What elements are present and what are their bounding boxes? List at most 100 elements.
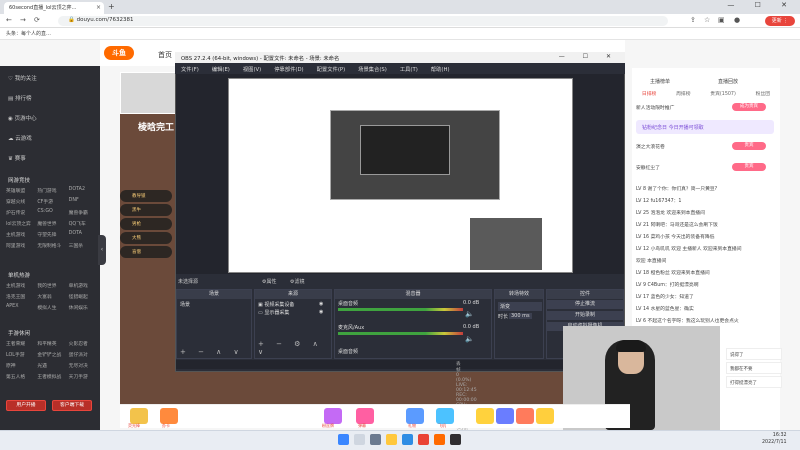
menu-docks[interactable]: 停靠部件(D) xyxy=(274,65,303,73)
file-explorer-icon[interactable] xyxy=(386,434,397,445)
gift-icon[interactable] xyxy=(160,408,178,424)
eye-icon[interactable]: ◉ xyxy=(319,301,323,307)
game-category-link[interactable]: 炉石传说 xyxy=(6,209,35,216)
vip-pill[interactable]: 贵宾 xyxy=(732,142,766,150)
chat-message[interactable]: LV 12 fu167347：1 xyxy=(636,197,681,204)
source-item[interactable]: ▭ 显示器采集 xyxy=(258,309,289,316)
game-category-link[interactable]: 原神 xyxy=(6,362,35,369)
game-category-link[interactable]: 无限制格斗 xyxy=(37,242,66,249)
new-tab-button[interactable]: + xyxy=(108,2,115,11)
game-category-link[interactable]: 金铲铲之战 xyxy=(37,351,66,358)
game-category-link[interactable]: 主机游戏 xyxy=(6,282,35,289)
sidebar-item-cloudgame[interactable]: ☁ 云游戏 xyxy=(8,134,32,142)
filters-tab[interactable]: ⚙滤镜 xyxy=(290,278,304,285)
gift-icon[interactable] xyxy=(356,408,374,424)
profile-icon[interactable]: ● xyxy=(734,16,740,24)
game-category-link[interactable]: LOL手游 xyxy=(6,351,35,358)
url-field[interactable]: 🔒 douyu.com/7632381 xyxy=(58,16,668,26)
game-category-link[interactable]: DNF xyxy=(69,198,98,205)
back-icon[interactable]: ← xyxy=(6,16,12,24)
rank-tab-header[interactable]: 主播榜单 xyxy=(650,78,670,85)
game-category-link[interactable]: 怪猎崛起 xyxy=(69,293,98,300)
start-recording-button[interactable]: 开始录制 xyxy=(546,311,624,320)
sidebar-item-webgame[interactable]: ◉ 页游中心 xyxy=(8,114,37,122)
menu-view[interactable]: 视图(V) xyxy=(243,65,261,73)
scene-toolbar[interactable]: + − ∧ ∨ xyxy=(180,348,244,356)
search-icon[interactable] xyxy=(354,434,365,445)
game-category-link[interactable]: CS:GO xyxy=(37,209,66,216)
game-category-link[interactable]: 第五人格 xyxy=(6,373,35,380)
game-category-link[interactable]: QQ飞车 xyxy=(69,220,98,227)
site-logo[interactable]: 斗鱼 xyxy=(104,46,134,60)
chat-message[interactable]: LV 16 菜鸡小孩 今天出的装备有降低 xyxy=(636,233,714,240)
reload-icon[interactable]: ⟳ xyxy=(34,16,40,24)
share-icon[interactable]: ⇪ xyxy=(690,16,696,24)
game-category-link[interactable]: 守望先锋 xyxy=(37,231,66,238)
sidebar-item-rank[interactable]: ▤ 排行榜 xyxy=(8,94,31,102)
nav-home-link[interactable]: 首页 xyxy=(158,50,172,60)
game-category-link[interactable]: lol云顶之弈 xyxy=(6,220,35,227)
browser-tab[interactable]: 60second直播_lol云顶之弈… × xyxy=(4,2,104,14)
start-broadcast-button[interactable]: 用户开播 xyxy=(6,400,46,411)
duration-input[interactable]: 300 ms xyxy=(509,313,532,319)
window-controls[interactable]: — ☐ ✕ xyxy=(727,1,796,9)
game-category-link[interactable]: 单机游戏 xyxy=(69,282,98,289)
windows-start-icon[interactable] xyxy=(338,434,349,445)
chat-message[interactable]: LV 17 蓝色的少女：知道了 xyxy=(636,293,694,300)
stop-streaming-button[interactable]: 停止推流 xyxy=(546,300,624,309)
game-category-link[interactable]: 穿越火线 xyxy=(6,198,35,205)
replay-tab-header[interactable]: 直播回放 xyxy=(718,78,738,85)
game-category-link[interactable]: DOTA xyxy=(69,231,98,238)
update-button[interactable]: 更新 ⋮ xyxy=(765,16,795,26)
chrome-icon[interactable] xyxy=(418,434,429,445)
source-item[interactable]: ▣ 视频采集设备 xyxy=(258,301,294,308)
game-category-link[interactable]: 无尽对决 xyxy=(69,362,98,369)
chat-message[interactable]: LV 21 阿喇吧：马哥还是这么会刷下饭 xyxy=(636,221,718,228)
sidebar-item-esports[interactable]: ♛ 赛事 xyxy=(8,154,26,162)
game-category-link[interactable]: 魔兽世界 xyxy=(37,220,66,227)
obs-icon[interactable] xyxy=(450,434,461,445)
gift-icon[interactable] xyxy=(324,408,342,424)
rank-user[interactable]: 演之大浪花卷 xyxy=(636,143,665,150)
menu-help[interactable]: 帮助(H) xyxy=(431,65,450,73)
streamer-avatar[interactable] xyxy=(120,72,180,114)
task-view-icon[interactable] xyxy=(370,434,381,445)
game-category-link[interactable]: 大富翁 xyxy=(37,293,66,300)
scene-item[interactable]: 场景 xyxy=(180,301,190,308)
gift-icon[interactable] xyxy=(516,408,534,424)
douyu-icon[interactable] xyxy=(434,434,445,445)
taskbar-clock[interactable]: 16:32 2022/7/11 xyxy=(762,432,787,446)
menu-profile[interactable]: 配置文件(P) xyxy=(317,65,346,73)
gift-icon[interactable] xyxy=(130,408,148,424)
chat-message[interactable]: LV 25 泡泡龙 欢迎来到本直播间 xyxy=(636,209,705,216)
tab-fans[interactable]: 粉丝团 xyxy=(756,90,770,100)
fans-anniversary-banner[interactable]: 钻粉纪念日 今日开播可领取 xyxy=(636,120,774,134)
gift-icon[interactable] xyxy=(496,408,514,424)
menu-edit[interactable]: 编辑(E) xyxy=(212,65,230,73)
menu-file[interactable]: 文件(F) xyxy=(181,65,199,73)
game-category-link[interactable]: 阿里游戏 xyxy=(6,242,35,249)
bookmark-item[interactable]: 头条：每个人的直… xyxy=(6,31,51,37)
gift-icon[interactable] xyxy=(536,408,554,424)
game-category-link[interactable]: DOTA2 xyxy=(69,187,98,194)
vip-pill[interactable]: 贵宾 xyxy=(732,163,766,171)
collapse-sidebar-handle[interactable]: ‹ xyxy=(98,235,106,265)
chat-message[interactable]: LV 8 谢了个你：你们真？简一只黄豆? xyxy=(636,185,717,192)
chat-message[interactable]: 欢迎 本直播间 xyxy=(636,257,666,264)
menu-scene-collection[interactable]: 场景集合(S) xyxy=(358,65,387,73)
tab-vip[interactable]: 贵宾(1507) xyxy=(710,90,736,100)
transition-select[interactable]: 渐变 xyxy=(498,302,542,311)
game-category-link[interactable]: 主机游戏 xyxy=(6,231,35,238)
speaker-icon[interactable]: 🔈 xyxy=(465,310,474,318)
chat-message[interactable]: LV 12 小鸟叽叽 欢迎 主播新人 欢迎来到本直播间 xyxy=(636,245,742,252)
game-category-link[interactable]: 三国杀 xyxy=(69,242,98,249)
game-category-link[interactable]: 洛克王国 xyxy=(6,293,35,300)
game-category-link[interactable]: CF手游 xyxy=(37,198,66,205)
menu-tools[interactable]: 工具(T) xyxy=(400,65,418,73)
game-category-link[interactable]: 光遇 xyxy=(37,362,66,369)
chat-message[interactable]: LV 14 水星的蓝色星：确实 xyxy=(636,305,694,312)
game-category-link[interactable]: 魔兽争霸 xyxy=(69,209,98,216)
game-category-link[interactable]: 火影忍者 xyxy=(69,340,98,347)
game-category-link[interactable]: 热门游戏 xyxy=(37,187,66,194)
speaker-icon[interactable]: 🔈 xyxy=(465,335,474,343)
